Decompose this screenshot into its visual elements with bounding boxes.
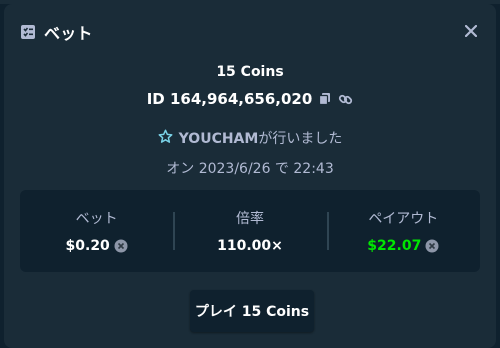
stat-bet-value: $0.20 xyxy=(65,238,110,254)
bet-player-row: YOUCHAMが行いました xyxy=(4,128,496,148)
stat-payout: ペイアウト $22.07 xyxy=(326,190,480,272)
bet-id-row: ID 164,964,656,020 xyxy=(4,90,496,108)
stat-payout-value: $22.07 xyxy=(367,238,422,254)
currency-coin-icon xyxy=(114,239,128,253)
copy-icon[interactable] xyxy=(318,92,332,106)
stat-bet-label: ベット xyxy=(75,211,118,227)
close-icon[interactable] xyxy=(460,20,482,42)
modal-title: ベット xyxy=(44,24,93,43)
currency-coin-icon xyxy=(425,239,439,253)
bet-game-amount: 15 Coins xyxy=(216,64,284,80)
player-suffix: が行いました xyxy=(258,131,343,147)
stat-multiplier-value: 110.00× xyxy=(217,238,283,254)
stat-bet: ベット $0.20 xyxy=(20,190,173,272)
stat-payout-label: ペイアウト xyxy=(368,211,439,227)
vip-star-icon xyxy=(158,129,173,148)
stat-payout-value-row: $22.07 xyxy=(367,238,439,254)
bet-slip-icon xyxy=(20,24,36,40)
stat-multiplier: 倍率 110.00× xyxy=(173,190,326,272)
modal-header: ベット xyxy=(20,18,482,46)
bet-date: オン 2023/6/26 で 22:43 xyxy=(166,161,334,177)
stat-multiplier-label: 倍率 xyxy=(235,211,264,227)
bet-details-modal: ベット 15 Coins ID 164,964,656,020 YOUCHAMが… xyxy=(4,4,496,348)
bet-stats-panel: ベット $0.20 倍率 110.00× ペイアウト $22.07 xyxy=(20,190,480,272)
bet-id: ID 164,964,656,020 xyxy=(146,90,313,108)
stat-bet-value-row: $0.20 xyxy=(66,238,128,254)
player-name-link[interactable]: YOUCHAM xyxy=(179,131,259,147)
link-icon[interactable] xyxy=(338,92,353,107)
play-game-button[interactable]: プレイ 15 Coins xyxy=(190,290,314,332)
